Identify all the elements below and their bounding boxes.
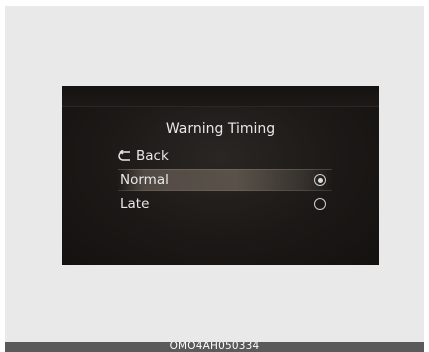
option-normal[interactable]: Normal [118, 169, 332, 191]
menu-title: Warning Timing [165, 121, 276, 137]
caption-bar: OMO4AH050334 [5, 342, 424, 352]
radio-selected-icon [314, 174, 326, 186]
screen-top-band [62, 86, 379, 107]
infotainment-screen: Warning Timing Back Normal Late [62, 86, 379, 265]
caption-code: OMO4AH050334 [169, 342, 260, 352]
option-late-label: Late [120, 196, 150, 212]
back-arrow-icon [118, 150, 130, 161]
option-normal-label: Normal [120, 172, 169, 188]
radio-unselected-icon [314, 198, 326, 210]
option-late[interactable]: Late [118, 194, 332, 214]
back-label: Back [136, 148, 169, 164]
back-button[interactable]: Back [118, 147, 169, 165]
